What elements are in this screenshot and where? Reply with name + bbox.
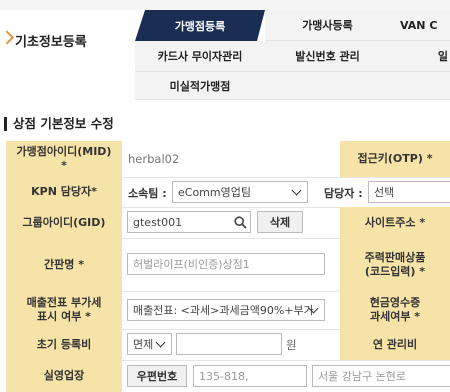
tab-no-record-merchant[interactable]: 미실적가맹점 (135, 72, 265, 100)
chevron-right-icon (0, 30, 14, 45)
label-vat: 매출전표 부가세 표시 여부 * (6, 291, 122, 329)
tab-more[interactable]: 일 (390, 41, 450, 72)
tab-van[interactable]: VAN C (390, 10, 450, 41)
label-annual: 연 관리비 (340, 329, 450, 360)
fee-input[interactable] (176, 333, 282, 355)
tab-sender-number[interactable]: 발신번호 관리 (265, 41, 390, 72)
address-input[interactable]: 서울 강남구 논현로 (312, 365, 450, 387)
tab-merchant-registration[interactable]: 가맹점등록 (135, 10, 265, 41)
postcode-input[interactable]: 135-818, (193, 365, 307, 387)
row-name: 간판명 * 허벌라이프(비인증)상점1 주력판매상품 (코드입력) * (6, 238, 450, 292)
section-title: 상점 기본정보 수정 (4, 117, 114, 131)
label-site: 사이트주소 * (340, 207, 450, 238)
fee-unit: 원 (286, 338, 297, 352)
vat-select[interactable]: 매출전표: <과세>과세금액90%+부가 (127, 299, 325, 321)
row-kpn: KPN 담당자* 소속팀 : eComm영업팀 담당자 : 선택 (6, 177, 450, 208)
menu-title-label: 기초정보등록 (15, 35, 87, 50)
row-fee: 초기 등록비 면제 원 연 관리비 (6, 329, 450, 361)
label-address: 실영업장 (6, 360, 122, 392)
row-gid: 그룹아이디(GID) gtest001 삭제 사이트주소 * (6, 207, 450, 239)
name-input[interactable]: 허벌라이프(비인증)상점1 (127, 253, 325, 275)
row-mid: 가맹점아이디(MID) * herbal02 접근키(OTP) * (6, 141, 450, 178)
label-cash: 현금영수증 과세여부 * (340, 291, 450, 329)
menu-title: 기초정보등록 (0, 10, 135, 72)
search-icon[interactable] (234, 216, 247, 229)
row-address: 실영업장 우편번호 135-818, 서울 강남구 논현로 (6, 360, 450, 392)
postcode-button[interactable]: 우편번호 (127, 365, 187, 387)
tab-card-interest-free[interactable]: 카드사 무이자관리 (135, 41, 265, 72)
label-otp: 접근키(OTP) * (340, 141, 450, 177)
label-kpn: KPN 담당자* (6, 177, 122, 207)
tab-row-1: 가맹점등록 가맹사등록 VAN C (135, 10, 450, 41)
top-bar (0, 0, 450, 10)
label-name: 간판명 * (6, 238, 122, 291)
tab-row-2: 카드사 무이자관리 발신번호 관리 일 (135, 41, 450, 72)
row-vat: 매출전표 부가세 표시 여부 * 매출전표: <과세>과세금액90%+부가 현금… (6, 291, 450, 330)
team-select[interactable]: eComm영업팀 (172, 181, 308, 203)
fee-select[interactable]: 면제 (127, 333, 172, 355)
gid-input[interactable]: gtest001 (127, 211, 251, 233)
tab-row-3: 미실적가맹점 (135, 72, 450, 100)
delete-button[interactable]: 삭제 (257, 211, 303, 233)
tab-franchise-registration[interactable]: 가맹사등록 (265, 10, 390, 41)
manager-select[interactable]: 선택 (368, 181, 450, 203)
mid-value: herbal02 (128, 152, 180, 166)
manager-label: 담당자 : (324, 187, 363, 200)
label-product: 주력판매상품 (코드입력) * (340, 238, 450, 291)
team-label: 소속팀 : (128, 187, 167, 200)
tab-empty (265, 72, 450, 100)
label-mid: 가맹점아이디(MID) * (6, 141, 122, 177)
label-fee: 초기 등록비 (6, 329, 122, 360)
value-mid-cell: herbal02 (122, 141, 340, 177)
label-gid: 그룹아이디(GID) (6, 207, 122, 238)
